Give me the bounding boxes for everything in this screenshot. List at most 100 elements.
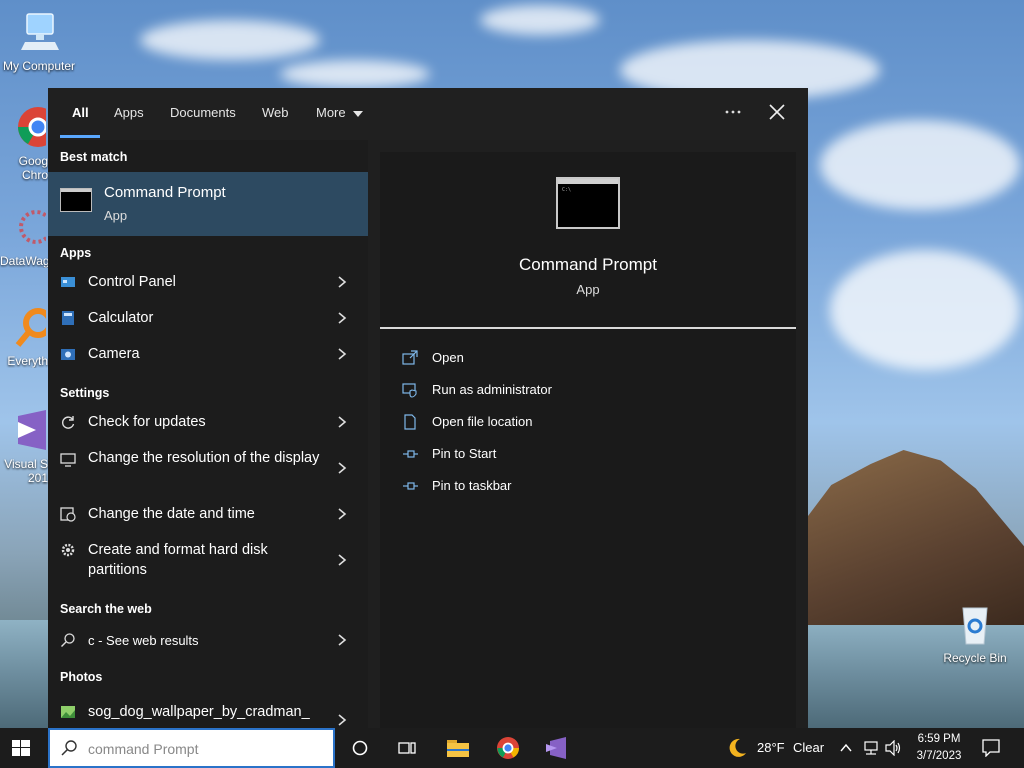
desktop-icon-label: DataWag [0, 254, 48, 268]
list-item-label: Change the date and time [88, 506, 255, 522]
monitor-icon [60, 453, 76, 467]
search-input[interactable] [88, 739, 318, 759]
start-search-panel: All Apps Documents Web More Best match C… [48, 88, 808, 728]
datawag-icon [19, 210, 48, 244]
list-item-disk-partitions[interactable]: Create and format hard disk partitions [48, 532, 368, 588]
pin-icon [403, 450, 418, 458]
chevron-right-icon[interactable] [336, 554, 348, 566]
taskbar-search-box[interactable] [48, 728, 335, 768]
section-heading-settings: Settings [60, 386, 110, 400]
tab-documents[interactable]: Documents [170, 105, 236, 120]
best-match-subtitle: App [104, 208, 128, 223]
search-icon [61, 740, 77, 756]
visual-studio-icon[interactable] [544, 736, 568, 760]
chevron-up-icon[interactable] [840, 742, 852, 754]
list-item-camera[interactable]: Camera [48, 336, 368, 372]
tab-all[interactable]: All [72, 105, 89, 120]
search-icon [61, 633, 75, 647]
chevron-right-icon[interactable] [336, 312, 348, 324]
active-tab-indicator [60, 135, 100, 138]
taskbar-clock[interactable]: 6:59 PM 3/7/2023 [905, 731, 973, 765]
tab-more[interactable]: More [316, 105, 364, 120]
chevron-right-icon[interactable] [336, 508, 348, 520]
close-icon[interactable] [765, 100, 789, 124]
shield-icon [402, 383, 417, 398]
best-match-item[interactable]: Command Prompt App [48, 172, 368, 236]
cortana-icon[interactable] [352, 740, 368, 756]
action-label: Pin to Start [432, 446, 497, 461]
chevron-right-icon[interactable] [336, 416, 348, 428]
desktop-icon-chrome[interactable]: Goog Chro [0, 105, 48, 182]
chevron-right-icon[interactable] [336, 462, 348, 474]
desktop-icon-label: My Computer [2, 59, 76, 73]
clock-time: 6:59 PM [917, 733, 961, 745]
weather-condition[interactable]: Clear [793, 740, 824, 755]
chevron-right-icon[interactable] [336, 714, 348, 726]
list-item-photo[interactable]: sog_dog_wallpaper_by_cradman_ [48, 692, 368, 728]
desktop-icon-label: Everyth [7, 354, 48, 368]
desktop-icon-recycle-bin[interactable]: Recycle Bin [937, 602, 1013, 665]
cloud [480, 5, 600, 35]
section-heading-photos: Photos [60, 670, 103, 684]
windows-start-icon[interactable] [12, 740, 30, 756]
list-item-label: sog_dog_wallpaper_by_cradman_ [88, 704, 310, 720]
desktop-icon-label: Recycle Bin [943, 651, 1007, 665]
section-heading-apps: Apps [60, 246, 92, 260]
cloud [280, 60, 430, 88]
tab-apps[interactable]: Apps [114, 105, 144, 120]
best-match-title: Command Prompt [104, 184, 226, 201]
calendar-clock-icon [60, 507, 76, 522]
list-item-label: c - See web results [88, 633, 199, 648]
weather-temp[interactable]: 28°F [757, 740, 785, 755]
list-item-change-date-time[interactable]: Change the date and time [48, 496, 368, 532]
section-heading-search-web: Search the web [60, 602, 152, 616]
list-item-label: Control Panel [88, 274, 176, 290]
computer-icon [21, 13, 59, 50]
network-icon[interactable] [862, 740, 880, 756]
tab-more-label: More [316, 105, 346, 120]
command-prompt-large-icon: C:\ [556, 177, 620, 229]
ellipsis-icon[interactable] [724, 100, 742, 124]
pin-icon [403, 482, 418, 490]
list-item-check-for-updates[interactable]: Check for updates [48, 404, 368, 440]
desktop-icon-visual-studio[interactable]: Visual S 201 [0, 408, 48, 485]
chevron-right-icon[interactable] [336, 276, 348, 288]
volume-icon[interactable] [885, 740, 903, 756]
task-view-icon[interactable] [398, 740, 416, 756]
action-label: Open [432, 350, 464, 365]
list-item-calculator[interactable]: Calculator [48, 300, 368, 336]
visual-studio-icon [18, 410, 46, 450]
cloud [820, 120, 1020, 210]
action-label: Open file location [432, 414, 533, 429]
chevron-right-icon[interactable] [336, 348, 348, 360]
gear-icon [61, 543, 75, 557]
list-item-label: Calculator [88, 310, 154, 326]
preview-subtitle: App [576, 282, 600, 297]
chevron-right-icon[interactable] [336, 634, 348, 646]
recycle-bin-icon [962, 607, 988, 645]
preview-title: Command Prompt [519, 255, 657, 274]
calculator-icon [62, 311, 74, 325]
list-item-label: Create and format hard disk partitions [88, 542, 268, 578]
list-item-web-results[interactable]: c - See web results [48, 622, 368, 658]
action-label: Pin to taskbar [432, 478, 512, 493]
tab-web[interactable]: Web [262, 105, 289, 120]
list-item-change-resolution[interactable]: Change the resolution of the display [48, 440, 368, 496]
action-label: Run as administrator [432, 382, 552, 397]
desktop-icon-everything[interactable]: Everyth [0, 305, 48, 368]
moon-weather-icon[interactable] [726, 737, 748, 759]
results-list: Best match Command Prompt App Apps Contr… [48, 140, 368, 728]
cloud [830, 250, 1020, 370]
list-item-control-panel[interactable]: Control Panel [48, 264, 368, 300]
command-prompt-icon [60, 188, 92, 212]
desktop-icon-my-computer[interactable]: My Computer [1, 10, 77, 73]
control-panel-icon [61, 277, 75, 287]
cloud [140, 20, 320, 60]
notifications-icon[interactable] [982, 739, 1000, 757]
chrome-icon[interactable] [496, 736, 520, 760]
desktop-icon-datawag[interactable]: DataWag [0, 205, 48, 268]
file-explorer-icon[interactable] [446, 737, 470, 759]
svg-text:C:\: C:\ [562, 187, 571, 193]
preview-pane: C:\ Command Prompt App Open Run as admin… [380, 152, 796, 728]
search-tabs: All Apps Documents Web More [48, 88, 808, 140]
